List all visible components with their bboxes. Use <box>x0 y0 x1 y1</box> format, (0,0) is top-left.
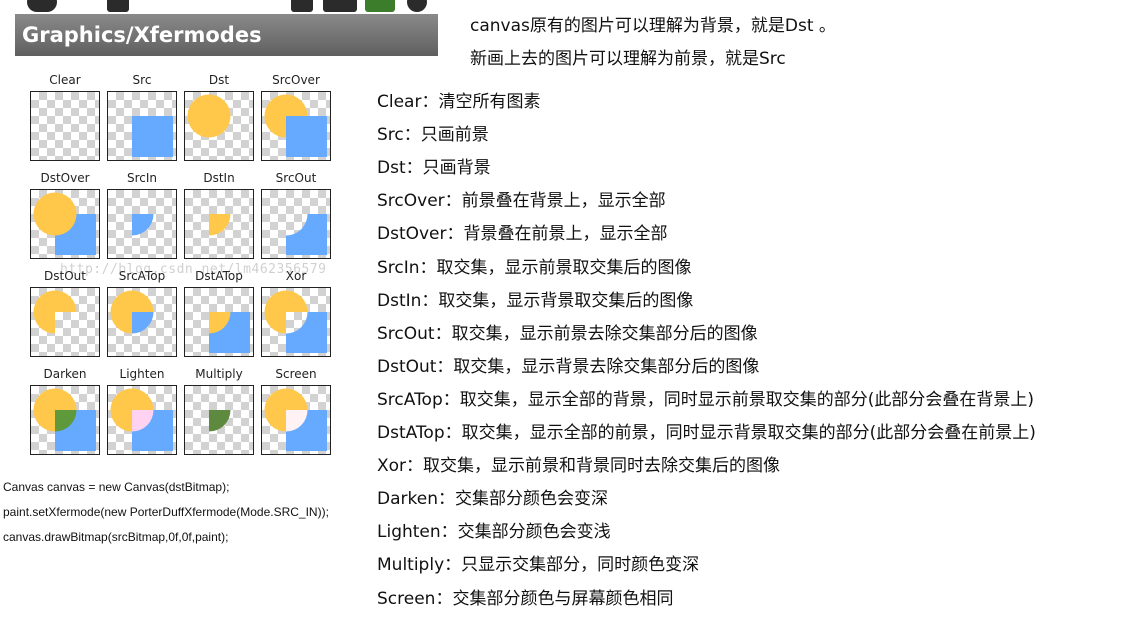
watermark: http://blog.csdn.net/lm462356579 <box>60 262 327 277</box>
mode-description: Multiply：只显示交集部分，同时颜色变深 <box>377 555 700 575</box>
mode-label: SrcIn <box>126 171 158 185</box>
mode-description: SrcATop：取交集，显示全部的背景，同时显示前景取交集的部分(此部分会叠在背… <box>377 390 1035 410</box>
intro-dst: canvas原有的图片可以理解为背景，就是Dst 。 <box>470 16 836 36</box>
xfermode-illustration <box>33 192 96 255</box>
code-line-3: canvas.drawBitmap(srcBitmap,0f,0f,paint)… <box>3 530 229 544</box>
mode-preview-xor <box>261 287 331 357</box>
mode-cell-dstin: DstIn <box>184 171 254 259</box>
xfermode-illustration <box>33 290 77 334</box>
mode-cell-srcin: SrcIn <box>107 171 177 259</box>
mode-preview-lighten <box>107 385 177 455</box>
mode-label: Dst <box>208 73 230 87</box>
mode-label: DstOver <box>40 171 90 185</box>
xfermode-illustration <box>286 214 327 255</box>
mode-cell-srcout: SrcOut <box>261 171 331 259</box>
mode-description: DstOver：背景叠在前景上，显示全部 <box>377 224 668 244</box>
mode-description: Dst：只画背景 <box>377 158 491 178</box>
xfermode-illustration <box>110 290 154 334</box>
mode-preview-multiply <box>184 385 254 455</box>
mode-label: Darken <box>43 367 87 381</box>
mode-cell-multiply: Multiply <box>184 367 254 455</box>
mode-preview-dstover <box>30 189 100 259</box>
mode-description: Xor：取交集，显示前景和背景同时去除交集后的图像 <box>377 456 781 476</box>
code-line-2: paint.setXfermode(new PorterDuffXfermode… <box>3 505 329 519</box>
mode-label: Multiply <box>195 367 243 381</box>
code-line-1: Canvas canvas = new Canvas(dstBitmap); <box>3 480 230 494</box>
settings-icon <box>407 0 427 12</box>
mode-preview-clear <box>30 91 100 161</box>
mode-preview-srcover <box>261 91 331 161</box>
app-title: Graphics/Xfermodes <box>15 14 438 56</box>
xfermode-illustration <box>264 94 327 157</box>
xfermode-illustration <box>209 312 250 353</box>
mode-preview-srcatop <box>107 287 177 357</box>
mode-preview-dstatop <box>184 287 254 357</box>
chat-icon <box>27 0 57 12</box>
mode-description: Src：只画前景 <box>377 125 489 145</box>
mode-preview-dstin <box>184 189 254 259</box>
mode-cell-xor: Xor <box>261 269 331 357</box>
mode-description: DstOut：取交集，显示背景去除交集部分后的图像 <box>377 357 760 377</box>
mode-cell-src: Src <box>107 73 177 161</box>
mode-label: SrcOver <box>272 73 320 87</box>
xfermode-illustration <box>132 214 154 236</box>
xfermode-illustration <box>264 388 327 451</box>
mode-description: DstIn：取交集，显示背景取交集后的图像 <box>377 291 694 311</box>
mode-label: Screen <box>275 367 317 381</box>
mode-description: Darken：交集部分颜色会变深 <box>377 489 608 509</box>
mode-description: DstATop：取交集，显示全部的前景，同时显示背景取交集的部分(此部分会叠在前… <box>377 423 1036 443</box>
usb-icon <box>291 0 313 12</box>
intro-src: 新画上去的图片可以理解为前景，就是Src <box>470 49 786 69</box>
mode-label: Lighten <box>119 367 165 381</box>
xfermode-illustration <box>209 214 231 236</box>
mode-cell-lighten: Lighten <box>107 367 177 455</box>
mode-cell-dst: Dst <box>184 73 254 161</box>
mode-description: SrcOut：取交集，显示前景去除交集部分后的图像 <box>377 324 758 344</box>
mode-description: SrcOver：前景叠在背景上，显示全部 <box>377 191 666 211</box>
mode-cell-dstover: DstOver <box>30 171 100 259</box>
status-bar <box>15 0 438 14</box>
xfermode-illustration <box>187 94 231 138</box>
mode-description: Screen：交集部分颜色与屏幕颜色相同 <box>377 589 674 609</box>
xfermode-illustration <box>209 410 231 432</box>
mode-cell-screen: Screen <box>261 367 331 455</box>
xfermode-illustration <box>132 116 173 157</box>
mode-preview-srcin <box>107 189 177 259</box>
mode-cell-darken: Darken <box>30 367 100 455</box>
xfermode-illustration <box>33 388 96 451</box>
mode-preview-dstout <box>30 287 100 357</box>
xfermode-illustration <box>110 388 173 451</box>
mode-description: Lighten：交集部分颜色会变浅 <box>377 522 611 542</box>
android-screenshot: Graphics/Xfermodes Clear Src Dst SrcOver… <box>15 0 438 470</box>
xfermode-illustration <box>264 290 327 353</box>
mode-description: SrcIn：取交集，显示前景取交集后的图像 <box>377 258 692 278</box>
mode-label: DstIn <box>203 171 235 185</box>
mode-label: Clear <box>49 73 81 87</box>
mode-preview-src <box>107 91 177 161</box>
mode-description: Clear：清空所有图素 <box>377 92 541 112</box>
mode-preview-srcout <box>261 189 331 259</box>
mode-preview-dst <box>184 91 254 161</box>
battery-icon <box>365 0 395 12</box>
mode-label: Src <box>132 73 152 87</box>
mode-preview-darken <box>30 385 100 455</box>
mode-cell-dstout: DstOut <box>30 269 100 357</box>
warning-icon <box>107 0 129 12</box>
mode-cell-clear: Clear <box>30 73 100 161</box>
xfermode-illustration <box>31 92 99 160</box>
signal-icon <box>323 0 357 12</box>
mode-preview-screen <box>261 385 331 455</box>
mode-cell-srcatop: SrcATop <box>107 269 177 357</box>
mode-label: SrcOut <box>275 171 317 185</box>
mode-cell-srcover: SrcOver <box>261 73 331 161</box>
mode-cell-dstatop: DstATop <box>184 269 254 357</box>
